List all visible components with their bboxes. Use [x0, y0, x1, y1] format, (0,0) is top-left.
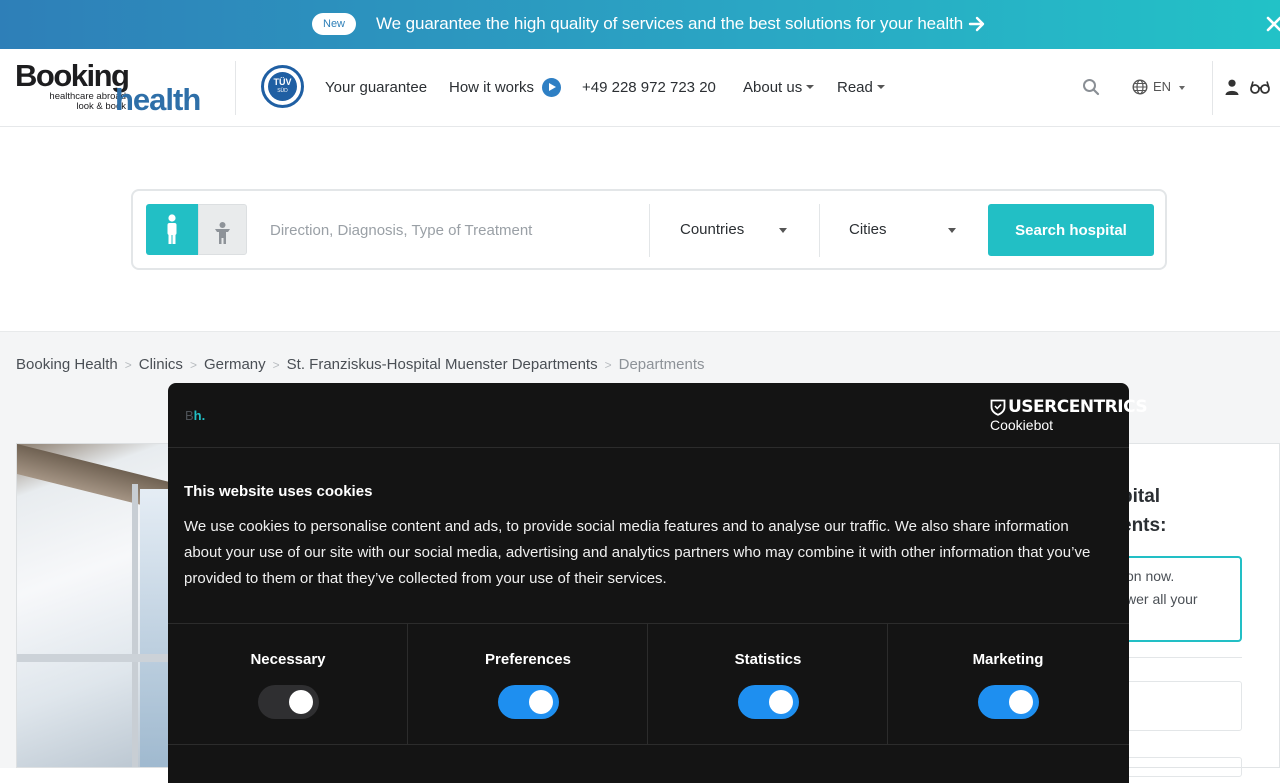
- consent-category-label: Statistics: [734, 651, 802, 668]
- statistics-toggle[interactable]: [738, 685, 799, 719]
- cookie-consent-dialog: Bh. USERCENTRICS Cookiebot This website …: [168, 383, 1148, 783]
- child-icon: [215, 222, 230, 244]
- logo-tagline: healthcare abroad look & book: [49, 91, 126, 112]
- breadcrumb-item[interactable]: Germany: [204, 356, 266, 373]
- window-frame: [17, 654, 175, 662]
- tuv-badge[interactable]: TÜV SÜD: [261, 65, 304, 108]
- card-info-line1: on now.: [1126, 568, 1175, 584]
- booking-health-logo[interactable]: Booking healthcare abroad look & book he…: [15, 58, 210, 117]
- marketing-toggle[interactable]: [978, 685, 1039, 719]
- preferences-toggle[interactable]: [498, 685, 559, 719]
- arrow-right-icon[interactable]: [968, 14, 986, 34]
- new-badge: New: [312, 13, 357, 35]
- breadcrumb-item[interactable]: St. Franziskus-Hospital Muenster Departm…: [287, 356, 598, 373]
- banner-text[interactable]: We guarantee the high quality of service…: [376, 13, 963, 35]
- nav-read[interactable]: Read: [837, 78, 885, 98]
- brand-prefix: B: [185, 408, 194, 423]
- toggle-knob: [289, 690, 313, 714]
- nav-about-label: About us: [743, 79, 803, 96]
- cookiebot-label: Cookiebot: [990, 417, 1054, 433]
- breadcrumb: Booking Health > Clinics > Germany > St. Franz…: [16, 355, 705, 375]
- cookie-dialog-description: We use cookies to personalise content an…: [184, 518, 1091, 587]
- shield-icon: [990, 399, 1006, 416]
- search-icon[interactable]: [1082, 78, 1100, 96]
- consent-category-label: Preferences: [485, 651, 571, 668]
- dialog-divider: [168, 447, 1129, 448]
- nav-about-us[interactable]: About us: [743, 78, 815, 98]
- close-icon[interactable]: [1266, 14, 1280, 34]
- card-info-line2: wer all your: [1126, 591, 1198, 607]
- tuv-badge-inner: TÜV SÜD: [268, 72, 297, 101]
- consent-category-label: Marketing: [972, 651, 1044, 668]
- tuv-sub: SÜD: [277, 88, 288, 94]
- nav-phone[interactable]: +49 228 972 723 20: [582, 78, 716, 98]
- cities-dropdown[interactable]: Cities: [849, 220, 887, 240]
- logo-health: health: [115, 82, 201, 117]
- chevron-right-icon: >: [604, 358, 612, 372]
- toggle-knob: [769, 690, 793, 714]
- search-divider: [819, 204, 820, 257]
- chevron-right-icon: >: [124, 358, 132, 372]
- necessary-toggle[interactable]: [258, 685, 319, 719]
- chevron-right-icon: >: [189, 358, 197, 372]
- consent-category-necessary: Necessary: [168, 624, 408, 744]
- usercentrics-logo[interactable]: USERCENTRICS: [1008, 398, 1148, 417]
- consent-category-marketing: Marketing: [888, 624, 1128, 744]
- search-divider: [649, 204, 650, 257]
- language-selector[interactable]: EN: [1153, 79, 1171, 95]
- countries-dropdown[interactable]: Countries: [680, 220, 744, 240]
- window-frame: [132, 484, 138, 767]
- consent-category-label: Necessary: [250, 651, 326, 668]
- nav-read-label: Read: [837, 79, 873, 96]
- tuv-label: TÜV: [273, 77, 292, 87]
- play-icon[interactable]: [542, 78, 561, 97]
- consent-category-preferences: Preferences: [408, 624, 648, 744]
- globe-icon[interactable]: [1132, 79, 1148, 95]
- breadcrumb-item[interactable]: Clinics: [139, 356, 183, 373]
- diagnosis-search-input[interactable]: [270, 216, 640, 244]
- glasses-icon[interactable]: [1250, 80, 1270, 94]
- card-input-field[interactable]: [1110, 681, 1242, 731]
- site-header: Booking healthcare abroad look & book he…: [0, 49, 1280, 127]
- nav-your-guarantee[interactable]: Your guarantee: [325, 78, 427, 98]
- consent-category-statistics: Statistics: [648, 624, 888, 744]
- site-brand-mark: Bh.: [185, 408, 205, 423]
- adult-toggle[interactable]: [146, 204, 198, 255]
- card-input-field[interactable]: [1110, 757, 1242, 777]
- hospital-search-box: Countries Cities Search hospital: [131, 189, 1167, 270]
- chevron-down-icon: [1179, 86, 1185, 90]
- chevron-down-icon: [948, 228, 956, 233]
- header-divider: [235, 61, 236, 115]
- top-banner[interactable]: New We guarantee the high quality of ser…: [0, 0, 1280, 49]
- brand-accent: h.: [193, 408, 206, 423]
- toggle-knob: [1009, 690, 1033, 714]
- chevron-right-icon: >: [272, 358, 280, 372]
- header-divider: [1212, 61, 1213, 115]
- toggle-knob: [529, 690, 553, 714]
- cookie-dialog-title: This website uses cookies: [184, 483, 373, 500]
- child-toggle[interactable]: [198, 204, 247, 255]
- chevron-down-icon: [779, 228, 787, 233]
- user-icon[interactable]: [1225, 79, 1239, 95]
- chevron-down-icon: [876, 85, 885, 90]
- breadcrumb-current: Departments: [618, 356, 705, 373]
- card-divider: [1110, 657, 1242, 658]
- logo-booking: Booking: [15, 58, 130, 93]
- chevron-down-icon: [806, 85, 815, 90]
- breadcrumb-item[interactable]: Booking Health: [16, 356, 118, 373]
- dialog-divider: [168, 744, 1129, 745]
- hospital-photo[interactable]: [16, 443, 176, 768]
- adult-icon: [167, 214, 177, 244]
- nav-how-it-works[interactable]: How it works: [449, 78, 534, 98]
- search-hospital-button[interactable]: Search hospital: [988, 204, 1154, 256]
